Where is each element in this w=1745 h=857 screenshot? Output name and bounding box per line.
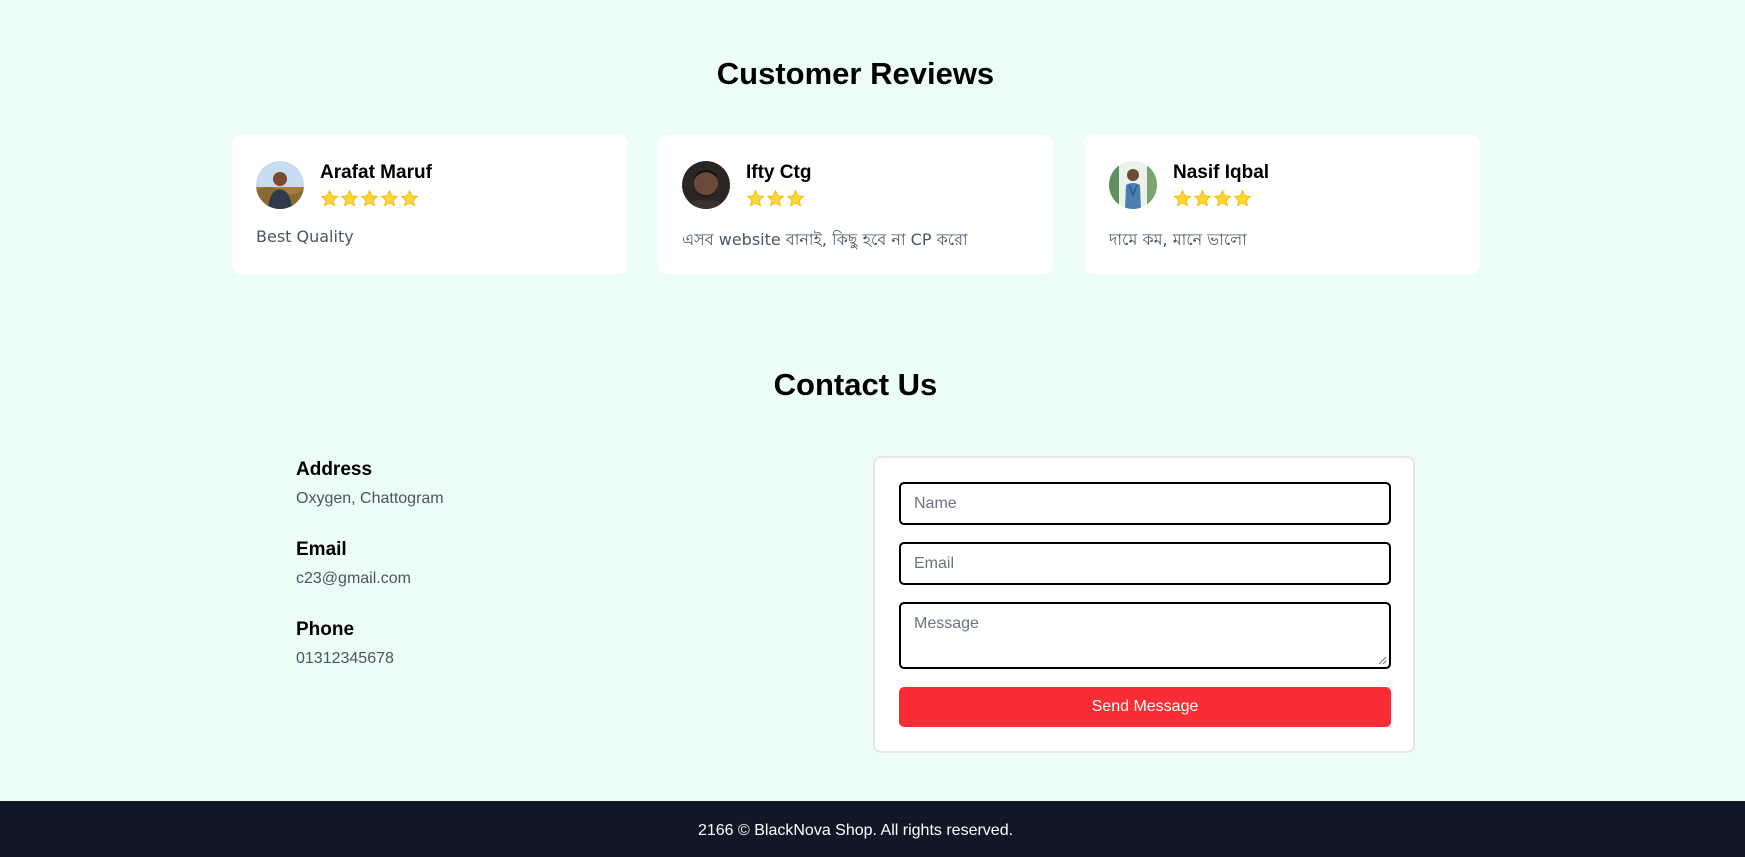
page: Customer Reviews Arafat Maruf Best Quali…	[0, 0, 1745, 857]
review-text: Best Quality	[256, 227, 354, 246]
phone-value: 01312345678	[296, 650, 394, 667]
resize-grip-icon[interactable]	[1378, 656, 1387, 665]
star-icon	[320, 189, 339, 206]
email-value: c23@gmail.com	[296, 570, 411, 587]
rating-stars	[746, 187, 811, 209]
address-label: Address	[296, 459, 373, 480]
star-icon	[1173, 189, 1192, 206]
reviewer-avatar	[256, 161, 304, 209]
send-message-button[interactable]: Send Message	[899, 687, 1391, 727]
star-icon	[746, 189, 765, 206]
message-textarea[interactable]: Message	[899, 602, 1391, 669]
reviewer-name: Nasif Iqbal	[1173, 162, 1270, 183]
review-header: Ifty Ctg	[682, 161, 1029, 209]
email-input[interactable]: Email	[899, 542, 1391, 585]
reviewer-name: Ifty Ctg	[746, 162, 812, 183]
contact-form: Name Email Message Send Message	[873, 456, 1415, 753]
star-icon	[1233, 189, 1252, 206]
star-icon	[340, 189, 359, 206]
review-header: Arafat Maruf	[256, 161, 603, 209]
email-info: Email c23@gmail.com	[296, 538, 411, 589]
review-card: Ifty Ctg এসব website বানাই, কিছু হবে না …	[658, 135, 1053, 274]
star-icon	[400, 189, 419, 206]
message-placeholder: Message	[914, 615, 979, 632]
rating-stars	[320, 187, 432, 209]
phone-info: Phone 01312345678	[296, 618, 394, 669]
star-icon	[360, 189, 379, 206]
email-label: Email	[296, 539, 347, 560]
name-input[interactable]: Name	[899, 482, 1391, 525]
reviewer-avatar	[682, 161, 730, 209]
review-header: Nasif Iqbal	[1109, 161, 1456, 209]
contact-heading: Contact Us	[773, 367, 938, 402]
reviews-heading: Customer Reviews	[716, 56, 995, 91]
reviewer-name: Arafat Maruf	[320, 162, 432, 183]
star-icon	[380, 189, 399, 206]
star-icon	[766, 189, 785, 206]
star-icon	[1193, 189, 1212, 206]
address-value: Oxygen, Chattogram	[296, 490, 444, 507]
review-card: Arafat Maruf Best Quality	[232, 135, 627, 274]
footer: 2166 © BlackNova Shop. All rights reserv…	[0, 801, 1745, 857]
address-info: Address Oxygen, Chattogram	[296, 458, 444, 509]
rating-stars	[1173, 187, 1269, 209]
review-card: Nasif Iqbal দামে কম, মানে ভালো	[1085, 135, 1480, 274]
review-text: এসব website বানাই, কিছু হবে না CP করো	[682, 230, 968, 249]
phone-label: Phone	[296, 619, 355, 640]
star-icon	[1213, 189, 1232, 206]
footer-copyright: 2166 © BlackNova Shop. All rights reserv…	[697, 822, 1014, 839]
star-icon	[786, 189, 805, 206]
reviewer-avatar	[1109, 161, 1157, 209]
review-text: দামে কম, মানে ভালো	[1109, 230, 1247, 249]
